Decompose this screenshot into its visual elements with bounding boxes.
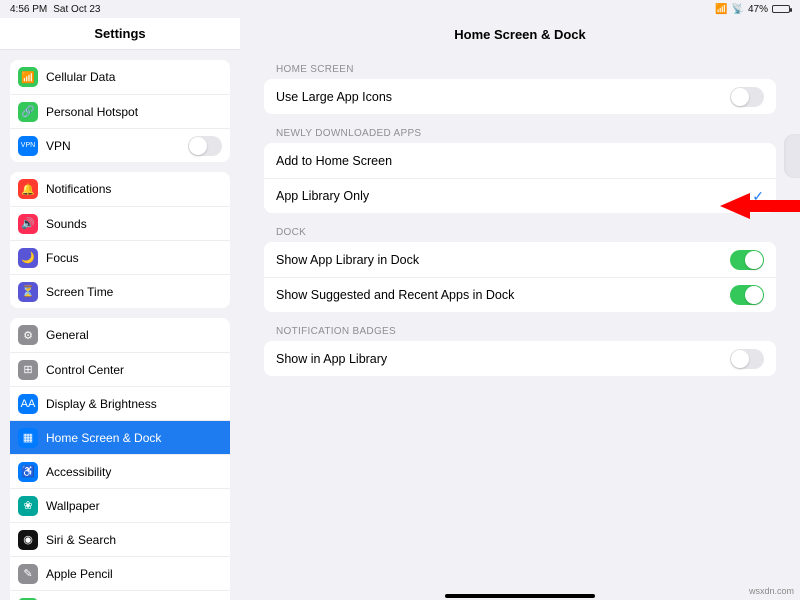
sounds-icon: 🔊 <box>18 214 38 234</box>
show-app-library-dock-toggle[interactable] <box>730 250 764 270</box>
wallpaper-icon: ❀ <box>18 496 38 516</box>
setting-label: Use Large App Icons <box>276 90 392 104</box>
wifi-icon: 📡 <box>732 4 744 15</box>
setting-show-in-app-library[interactable]: Show in App Library <box>264 341 776 376</box>
screen-time-icon: ⏳ <box>18 282 38 302</box>
sidebar-item-label: Cellular Data <box>46 70 115 84</box>
annotation-arrow <box>720 193 800 219</box>
siri-search-icon: ◉ <box>18 530 38 550</box>
sidebar-item-vpn[interactable]: VPN VPN <box>10 128 230 162</box>
cellular-data-icon: 📶 <box>18 67 38 87</box>
display-brightness-icon: AA <box>18 394 38 414</box>
content-title: Home Screen & Dock <box>240 18 800 50</box>
sidebar-item-personal-hotspot[interactable]: 🔗 Personal Hotspot <box>10 94 230 128</box>
setting-use-large-icons[interactable]: Use Large App Icons <box>264 79 776 114</box>
show-in-app-library-toggle[interactable] <box>730 349 764 369</box>
cellular-icon: 📶 <box>715 4 727 15</box>
settings-sidebar: Settings 📶 Cellular Data 🔗 Personal Hotspot… <box>0 18 240 600</box>
setting-label: Show Suggested and Recent Apps in Dock <box>276 288 514 302</box>
sidebar-item-label: Personal Hotspot <box>46 105 138 119</box>
setting-add-to-home-screen[interactable]: Add to Home Screen <box>264 143 776 178</box>
sidebar-item-label: General <box>46 328 89 342</box>
section-header: Home Screen <box>240 50 800 79</box>
sidebar-item-face-id-passcode[interactable]: ☺Face ID & Passcode <box>10 590 230 600</box>
section-header: Notification Badges <box>240 312 800 341</box>
sidebar-item-home-screen-dock[interactable]: ▦ Home Screen & Dock <box>10 420 230 454</box>
sidebar-item-label: Focus <box>46 251 79 265</box>
sidebar-item-notifications[interactable]: 🔔 Notifications <box>10 172 230 206</box>
sidebar-item-general[interactable]: ⚙ General <box>10 318 230 352</box>
status-date: Sat Oct 23 <box>53 4 100 15</box>
setting-show-app-library-dock[interactable]: Show App Library in Dock <box>264 242 776 277</box>
battery-percent: 47% <box>748 4 768 15</box>
accessibility-icon: ♿ <box>18 462 38 482</box>
sidebar-item-siri-search[interactable]: ◉ Siri & Search <box>10 522 230 556</box>
sidebar-item-screen-time[interactable]: ⏳ Screen Time <box>10 274 230 308</box>
sidebar-item-control-center[interactable]: ⊞ Control Center <box>10 352 230 386</box>
notifications-icon: 🔔 <box>18 179 38 199</box>
battery-icon <box>772 5 790 13</box>
home-screen-dock-icon: ▦ <box>18 428 38 448</box>
setting-label: App Library Only <box>276 189 369 203</box>
apple-pencil-icon: ✎ <box>18 564 38 584</box>
sidebar-item-label: Siri & Search <box>46 533 116 547</box>
vpn-icon: VPN <box>18 136 38 156</box>
show-suggested-recent-toggle[interactable] <box>730 285 764 305</box>
control-center-icon: ⊞ <box>18 360 38 380</box>
setting-label: Add to Home Screen <box>276 154 392 168</box>
watermark: wsxdn.com <box>749 586 794 596</box>
sidebar-item-sounds[interactable]: 🔊 Sounds <box>10 206 230 240</box>
use-large-icons-toggle[interactable] <box>730 87 764 107</box>
setting-show-suggested-recent[interactable]: Show Suggested and Recent Apps in Dock <box>264 277 776 312</box>
sidebar-item-wallpaper[interactable]: ❀ Wallpaper <box>10 488 230 522</box>
sidebar-item-accessibility[interactable]: ♿ Accessibility <box>10 454 230 488</box>
section-header: Newly Downloaded Apps <box>240 114 800 143</box>
sidebar-item-label: Home Screen & Dock <box>46 431 161 445</box>
sidebar-item-label: Notifications <box>46 182 111 196</box>
sidebar-item-display-brightness[interactable]: AA Display & Brightness <box>10 386 230 420</box>
slide-over-tab[interactable] <box>784 134 800 178</box>
status-time: 4:56 PM <box>10 4 47 15</box>
sidebar-item-label: VPN <box>46 139 71 153</box>
setting-label: Show in App Library <box>276 352 387 366</box>
vpn-toggle[interactable] <box>188 136 222 156</box>
sidebar-item-cellular-data[interactable]: 📶 Cellular Data <box>10 60 230 94</box>
settings-content: Home Screen & Dock Home Screen Use Large … <box>240 18 800 600</box>
sidebar-item-label: Apple Pencil <box>46 567 113 581</box>
sidebar-item-label: Control Center <box>46 363 124 377</box>
sidebar-item-focus[interactable]: 🌙 Focus <box>10 240 230 274</box>
personal-hotspot-icon: 🔗 <box>18 102 38 122</box>
sidebar-item-apple-pencil[interactable]: ✎ Apple Pencil <box>10 556 230 590</box>
sidebar-item-label: Accessibility <box>46 465 111 479</box>
sidebar-item-label: Wallpaper <box>46 499 100 513</box>
setting-app-library-only[interactable]: App Library Only✓ <box>264 178 776 213</box>
sidebar-item-label: Display & Brightness <box>46 397 157 411</box>
section-header: Dock <box>240 213 800 242</box>
general-icon: ⚙ <box>18 325 38 345</box>
status-bar: 4:56 PM Sat Oct 23 📶 📡 47% <box>0 0 800 18</box>
sidebar-item-label: Sounds <box>46 217 87 231</box>
home-indicator[interactable] <box>445 594 595 598</box>
setting-label: Show App Library in Dock <box>276 253 419 267</box>
focus-icon: 🌙 <box>18 248 38 268</box>
sidebar-title: Settings <box>0 18 240 50</box>
sidebar-item-label: Screen Time <box>46 285 113 299</box>
